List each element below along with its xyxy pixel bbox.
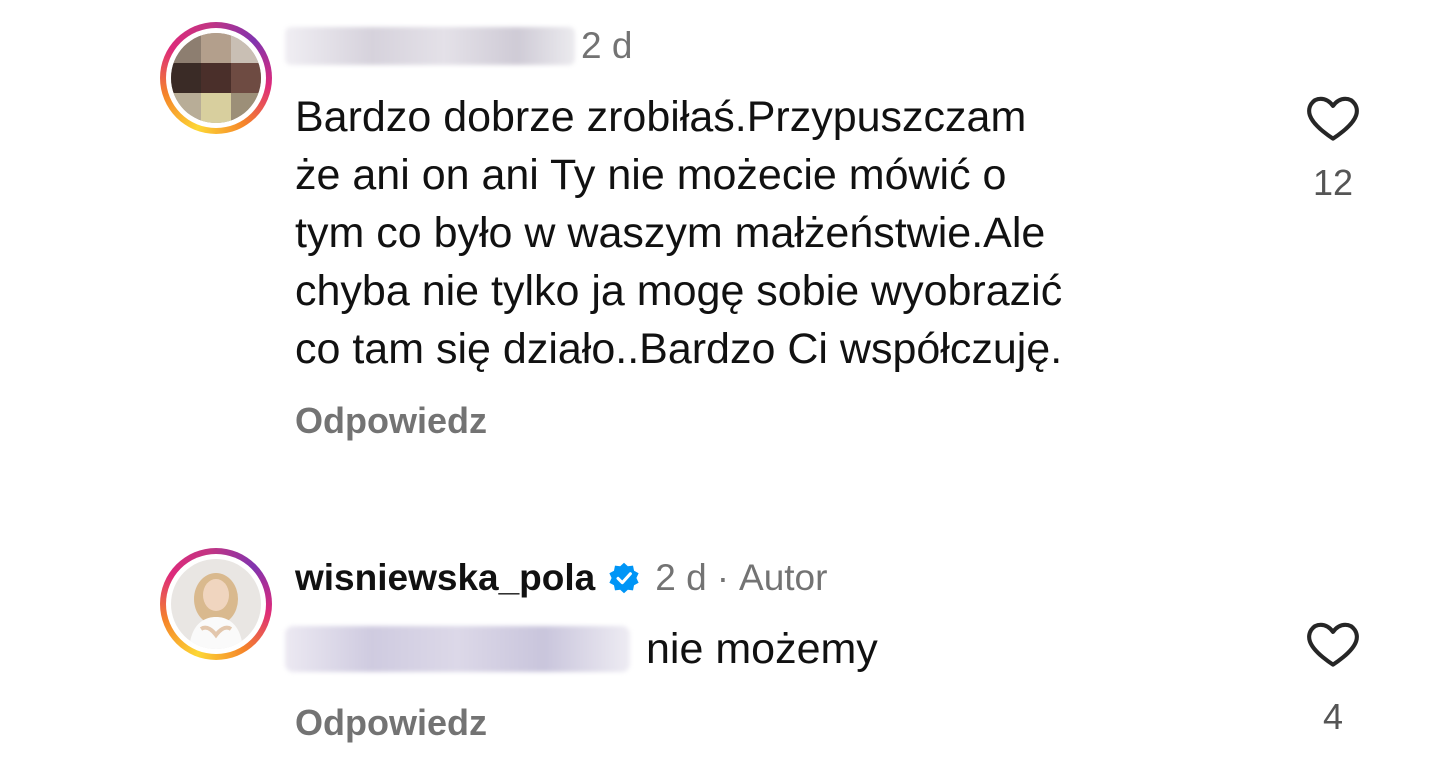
comment-header: wisniewska_pola 2 d · Autor <box>295 556 827 600</box>
username-blurred[interactable] <box>285 27 575 65</box>
avatar-image <box>171 33 261 123</box>
like-control: 4 <box>1293 618 1373 738</box>
author-label: Autor <box>739 557 828 598</box>
like-count: 4 <box>1322 696 1344 737</box>
comment-item: wisniewska_pola 2 d · Autor nie możemy O… <box>0 470 1429 780</box>
comment-header: 2 d <box>285 24 632 68</box>
avatar[interactable] <box>160 22 272 134</box>
avatar-inner <box>166 554 266 654</box>
like-control: 12 <box>1293 92 1373 204</box>
heart-outline-icon[interactable] <box>1293 618 1373 668</box>
reply-button[interactable]: Odpowiedz <box>295 400 487 442</box>
avatar-image <box>171 559 261 649</box>
username[interactable]: wisniewska_pola <box>295 557 595 599</box>
comment-text: nie możemy <box>646 625 878 673</box>
comment-time: 2 d <box>655 557 707 598</box>
comment-time: 2 d <box>581 25 633 66</box>
comment-text: Bardzo dobrze zrobiłaś.Przypuszczam że a… <box>295 93 1063 373</box>
avatar-inner <box>166 28 266 128</box>
meta-separator: · <box>716 557 730 598</box>
mention-blurred[interactable] <box>285 626 630 672</box>
comment-item: 2 d Bardzo dobrze zrobiłaś.Przypuszczam … <box>0 0 1429 470</box>
reply-button[interactable]: Odpowiedz <box>295 702 487 744</box>
comment-text-line: nie możemy <box>285 620 878 678</box>
heart-outline-icon[interactable] <box>1293 92 1373 142</box>
like-count: 12 <box>1312 162 1354 203</box>
avatar[interactable] <box>160 548 272 660</box>
verified-badge-icon <box>607 561 641 595</box>
